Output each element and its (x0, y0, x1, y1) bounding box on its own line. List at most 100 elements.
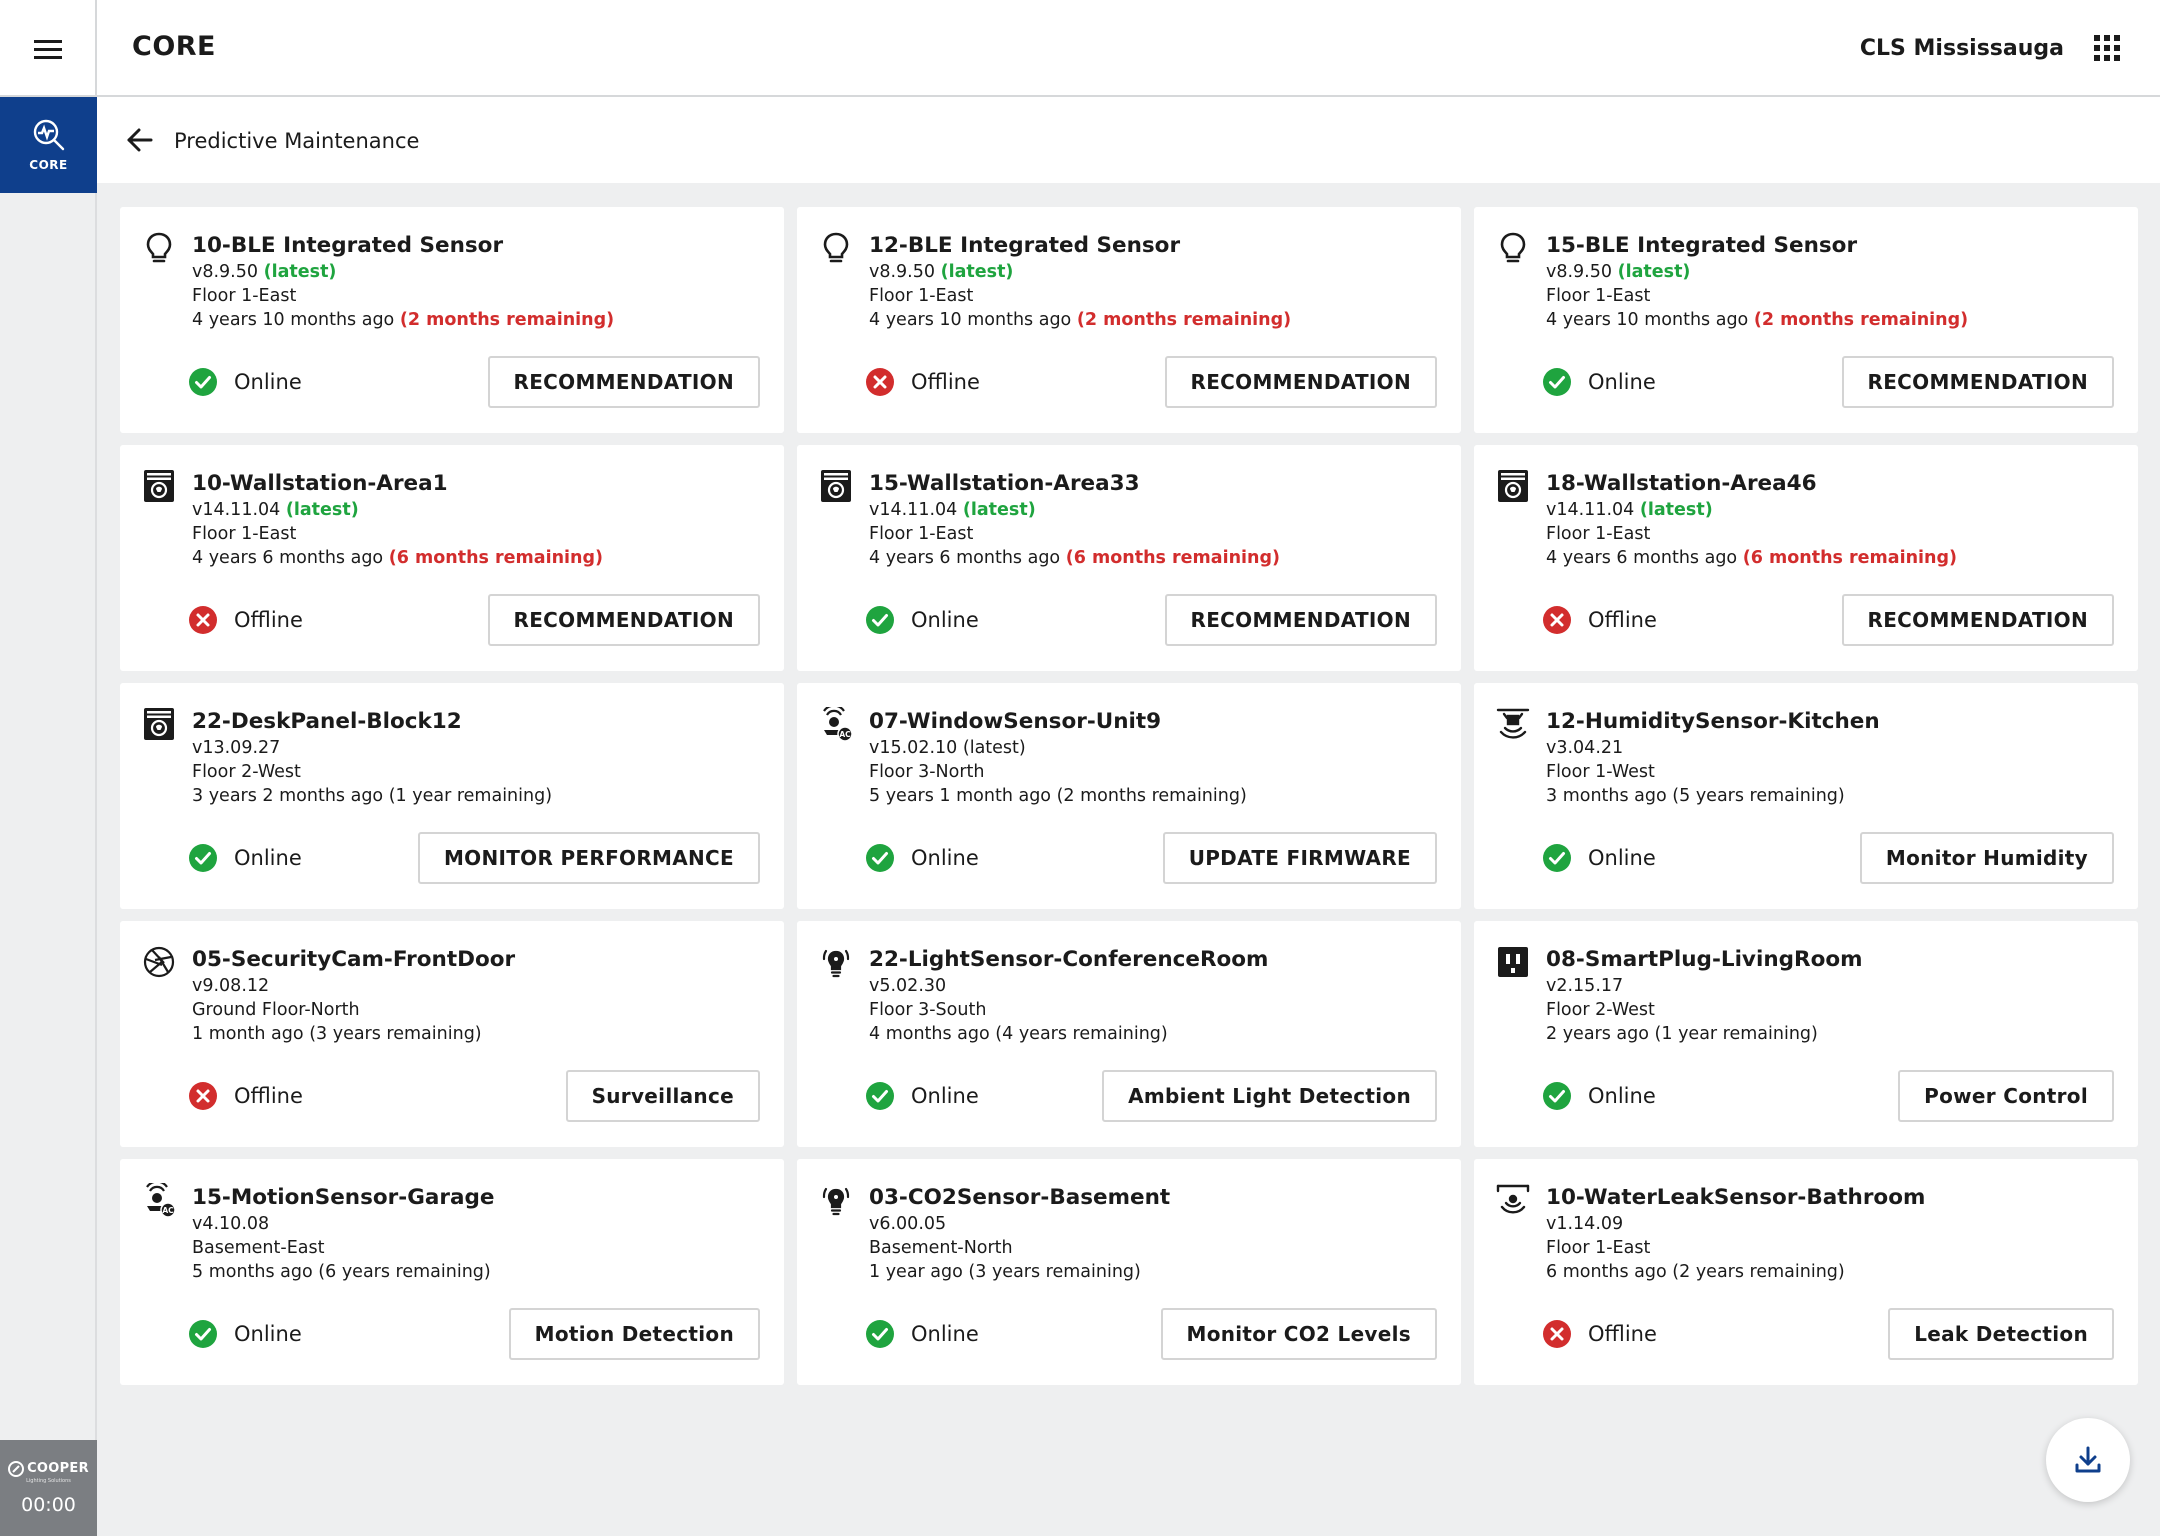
remaining-life: (2 months remaining) (1753, 310, 1969, 330)
firmware-version: v3.04.21 (1546, 738, 1624, 758)
install-age: 1 year ago (869, 1262, 963, 1282)
device-card: 10-BLE Integrated Sensor v8.9.50 (latest)… (120, 207, 784, 433)
status-text: Online (1588, 1084, 1656, 1108)
firmware-version: v13.09.27 (192, 738, 281, 758)
device-action-button[interactable]: Motion Detection (508, 1308, 760, 1360)
status-text: Offline (234, 608, 303, 632)
device-action-button[interactable]: RECOMMENDATION (1164, 356, 1437, 408)
device-location: Floor 1-East (869, 524, 974, 544)
offline-x-icon (1542, 605, 1572, 635)
offline-x-icon (1542, 1319, 1572, 1349)
version-tag: (latest) (1639, 500, 1713, 520)
device-age: 4 years 10 months ago (2 months remainin… (192, 310, 614, 330)
device-action-button[interactable]: Surveillance (565, 1070, 760, 1122)
device-location: Floor 2-West (192, 762, 301, 782)
wallstation-icon (819, 469, 853, 503)
device-age: 4 years 10 months ago (2 months remainin… (1546, 310, 1968, 330)
device-action-button[interactable]: RECOMMENDATION (1841, 594, 2114, 646)
apps-grid-icon[interactable] (2094, 35, 2120, 61)
device-name: 22-LightSensor-ConferenceRoom (869, 947, 1269, 972)
device-version: v9.08.12 (192, 976, 269, 996)
device-name: 12-BLE Integrated Sensor (869, 233, 1181, 258)
device-action-button[interactable]: Ambient Light Detection (1102, 1070, 1437, 1122)
status-text: Online (911, 1322, 979, 1346)
device-status: Offline (188, 1081, 303, 1111)
remaining-life: (2 months remaining) (1056, 786, 1247, 806)
device-action-button[interactable]: Power Control (1898, 1070, 2114, 1122)
site-name[interactable]: CLS Mississauga (1860, 36, 2064, 61)
device-name: 10-Wallstation-Area1 (192, 471, 448, 496)
wallstation-icon (142, 707, 176, 741)
device-action-button[interactable]: Monitor Humidity (1859, 832, 2114, 884)
cooper-logo: COOPER (8, 1460, 89, 1477)
svg-text:AC: AC (839, 730, 851, 739)
hamburger-icon (33, 39, 62, 59)
firmware-version: v8.9.50 (192, 262, 259, 282)
brand-footer: COOPER Lighting Solutions 00:00 (0, 1440, 97, 1536)
device-location: Ground Floor-North (192, 1000, 360, 1020)
firmware-version: v4.10.08 (192, 1214, 270, 1234)
device-age: 5 years 1 month ago (2 months remaining) (869, 786, 1247, 806)
remaining-life: (2 months remaining) (399, 310, 615, 330)
remaining-life: (4 years remaining) (995, 1024, 1168, 1044)
smart-plug-icon (1496, 945, 1530, 979)
device-action-button[interactable]: Monitor CO2 Levels (1160, 1308, 1437, 1360)
sidebar-item-core[interactable]: CORE (0, 97, 97, 193)
status-text: Online (1588, 846, 1656, 870)
device-action-button[interactable]: MONITOR PERFORMANCE (417, 832, 760, 884)
device-name: 07-WindowSensor-Unit9 (869, 709, 1162, 734)
device-card: 08-SmartPlug-LivingRoom v2.15.17 Floor 2-W… (1474, 921, 2138, 1147)
version-tag: (latest) (1617, 262, 1691, 282)
download-icon (2075, 1446, 2101, 1473)
device-status: Online (1542, 843, 1656, 873)
arrow-left-icon[interactable] (125, 125, 155, 155)
remaining-life: (3 years remaining) (309, 1024, 482, 1044)
bulb-icon (1496, 231, 1530, 265)
install-age: 4 years 6 months ago (192, 548, 384, 568)
device-action-button[interactable]: RECOMMENDATION (1164, 594, 1437, 646)
device-status: Online (188, 1319, 302, 1349)
device-version: v15.02.10 (latest) (869, 738, 1026, 758)
download-button[interactable] (2046, 1418, 2130, 1502)
device-version: v5.02.30 (869, 976, 946, 996)
status-text: Online (911, 608, 979, 632)
device-status: Online (1542, 367, 1656, 397)
version-tag: (latest) (962, 738, 1026, 758)
page-title: Predictive Maintenance (174, 129, 420, 153)
remaining-life: (6 years remaining) (318, 1262, 491, 1282)
device-card: 12-HumiditySensor-Kitchen v3.04.21 Floor 1… (1474, 683, 2138, 909)
bulb-icon (819, 231, 853, 265)
device-version: v14.11.04 (latest) (192, 500, 359, 520)
offline-x-icon (188, 1081, 218, 1111)
hamburger-menu-button[interactable] (0, 0, 97, 97)
install-age: 3 years 2 months ago (192, 786, 384, 806)
status-text: Online (234, 846, 302, 870)
install-age: 4 years 10 months ago (869, 310, 1072, 330)
device-version: v8.9.50 (latest) (869, 262, 1013, 282)
device-action-button[interactable]: RECOMMENDATION (487, 594, 760, 646)
online-check-icon (188, 843, 218, 873)
device-action-button[interactable]: RECOMMENDATION (487, 356, 760, 408)
maintenance-search-icon (33, 119, 64, 151)
remaining-life: (6 months remaining) (1065, 548, 1281, 568)
device-action-button[interactable]: UPDATE FIRMWARE (1162, 832, 1437, 884)
firmware-version: v5.02.30 (869, 976, 947, 996)
bulb-icon (142, 231, 176, 265)
page-header: Predictive Maintenance (97, 97, 2160, 183)
device-action-button[interactable]: RECOMMENDATION (1841, 356, 2114, 408)
device-version: v2.15.17 (1546, 976, 1623, 996)
ac-sensor-icon: AC (142, 1180, 176, 1218)
smart-bulb-icon (819, 1183, 853, 1217)
firmware-version: v8.9.50 (1546, 262, 1613, 282)
device-card: 15-Wallstation-Area33 v14.11.04 (latest) F… (797, 445, 1461, 671)
device-action-button[interactable]: Leak Detection (1888, 1308, 2114, 1360)
wallstation-icon (142, 469, 176, 503)
device-status: Online (188, 367, 302, 397)
brand-subtitle: Lighting Solutions (26, 1477, 71, 1484)
device-age: 1 year ago (3 years remaining) (869, 1262, 1141, 1282)
device-age: 1 month ago (3 years remaining) (192, 1024, 482, 1044)
svg-text:AC: AC (162, 1206, 174, 1215)
device-age: 4 years 10 months ago (2 months remainin… (869, 310, 1291, 330)
device-card: 10-WaterLeakSensor-Bathroom v1.14.09 Floor… (1474, 1159, 2138, 1385)
install-age: 4 years 6 months ago (869, 548, 1061, 568)
